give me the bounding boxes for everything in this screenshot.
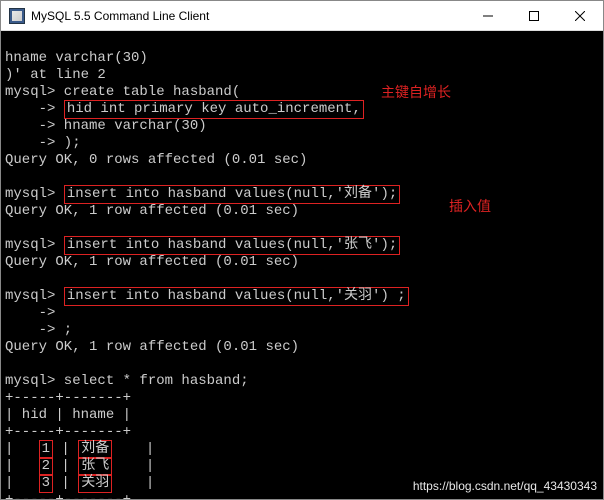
table-row: | 1 | 刘备 | (5, 441, 154, 457)
highlight-insert-2: insert into hasband values(null,'张飞'); (64, 236, 400, 255)
text-line: hname varchar(30) )' at line 2 (5, 50, 148, 83)
text-line: Query OK, 0 rows affected (0.01 sec) (5, 152, 307, 168)
prompt: mysql> (5, 288, 64, 304)
table-sep: +-----+-------+ (5, 390, 131, 406)
window-buttons (465, 1, 603, 30)
annotation-pk: 主键自增长 (381, 84, 451, 101)
minimize-button[interactable] (465, 1, 511, 30)
table-sep: +-----+-------+ (5, 424, 131, 440)
highlight-cell-hname: 关羽 (78, 474, 112, 493)
annotation-insert: 插入值 (449, 198, 491, 215)
text-line: -> (5, 101, 64, 117)
text-line: Query OK, 1 row affected (0.01 sec) (5, 339, 299, 355)
watermark-text: https://blog.csdn.net/qq_43430343 (413, 478, 597, 495)
text-line: Query OK, 1 row affected (0.01 sec) (5, 254, 299, 270)
highlight-cell-hid: 3 (39, 474, 53, 493)
app-icon (9, 8, 25, 24)
prompt: mysql> (5, 186, 64, 202)
text-line: -> (5, 305, 55, 321)
text-line: Query OK, 1 row affected (0.01 sec) (5, 203, 299, 219)
title-bar[interactable]: MySQL 5.5 Command Line Client (1, 1, 603, 31)
text-line: -> hname varchar(30) (5, 118, 207, 134)
prompt: mysql> (5, 237, 64, 253)
maximize-button[interactable] (511, 1, 557, 30)
table-header: | hid | hname | (5, 407, 131, 423)
window-frame: MySQL 5.5 Command Line Client hname varc… (0, 0, 604, 500)
table-row: | 3 | 关羽 | (5, 475, 154, 491)
close-button[interactable] (557, 1, 603, 30)
highlight-create-pk: hid int primary key auto_increment, (64, 100, 364, 119)
maximize-icon (529, 11, 539, 21)
terminal-output[interactable]: hname varchar(30) )' at line 2 mysql> cr… (1, 31, 603, 499)
window-title: MySQL 5.5 Command Line Client (31, 9, 465, 23)
text-line: -> ); (5, 135, 81, 151)
table-row: | 2 | 张飞 | (5, 458, 154, 474)
highlight-insert-3: insert into hasband values(null,'关羽') ; (64, 287, 409, 306)
text-line: mysql> create table hasband( (5, 84, 240, 100)
text-line: -> ; (5, 322, 72, 338)
table-sep: +-----+-------+ (5, 492, 131, 499)
highlight-insert-1: insert into hasband values(null,'刘备'); (64, 185, 400, 204)
text-line: mysql> select * from hasband; (5, 373, 249, 389)
close-icon (575, 11, 585, 21)
minimize-icon (483, 11, 493, 21)
